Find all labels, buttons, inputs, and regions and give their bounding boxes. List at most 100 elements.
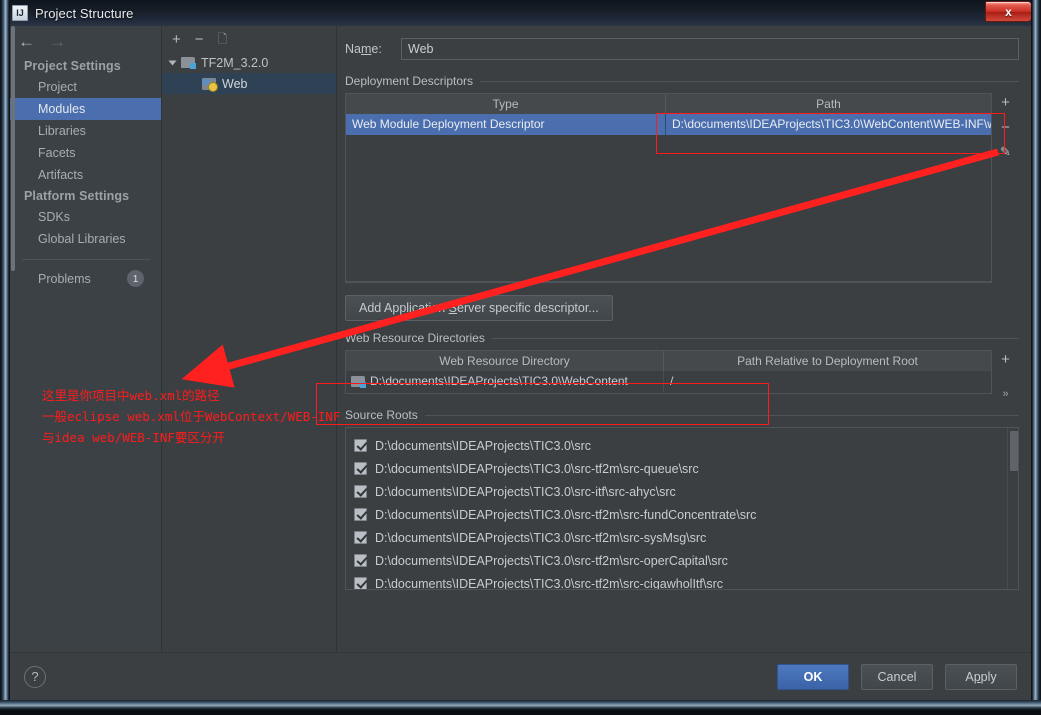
project-structure-dialog: Project Structure x ← → Project Settings…: [0, 0, 1041, 710]
web-resource-directories-group: Web Resource Directories Web Resource Di…: [345, 331, 1019, 400]
sidebar-item-problems-label: Problems: [38, 271, 91, 286]
deployment-descriptors-group: Deployment Descriptors Type Path Web Mod…: [345, 74, 1019, 321]
sidebar-item-libraries[interactable]: Libraries: [10, 120, 162, 142]
checkbox-icon[interactable]: [354, 577, 367, 589]
column-header-path[interactable]: Path: [666, 94, 991, 114]
close-icon: x: [1005, 4, 1012, 19]
module-tree-toolbar: + − 🗋: [162, 26, 337, 52]
module-tree-list: TF2M_3.2.0 Web: [162, 52, 337, 652]
sidebar-scrollbar[interactable]: [11, 26, 15, 271]
source-root-row[interactable]: D:\documents\IDEAProjects\TIC3.0\src-tf2…: [354, 572, 1007, 589]
deployment-descriptors-tools: + − ✎: [992, 93, 1019, 283]
tree-node-web[interactable]: Web: [162, 73, 337, 94]
column-header-type[interactable]: Type: [346, 94, 666, 114]
sidebar-item-project[interactable]: Project: [10, 76, 162, 98]
ok-button[interactable]: OK: [777, 663, 849, 690]
module-settings-panel: Name: Deployment Descriptors Type Path: [337, 26, 1031, 652]
checkbox-icon[interactable]: [354, 554, 367, 567]
cell-path: D:\documents\IDEAProjects\TIC3.0\WebCont…: [672, 117, 991, 131]
window-border-left: [0, 0, 10, 710]
sidebar-group-header-platform-settings: Platform Settings: [24, 189, 130, 203]
web-resource-directories-title: Web Resource Directories: [345, 331, 485, 345]
group-divider-line: [491, 337, 1019, 339]
source-roots-list: D:\documents\IDEAProjects\TIC3.0\src D:\…: [345, 427, 1019, 590]
checkbox-icon[interactable]: [354, 462, 367, 475]
sidebar-group-header-project-settings: Project Settings: [24, 59, 121, 73]
table-header: Web Resource Directory Path Relative to …: [346, 351, 991, 371]
cancel-button[interactable]: Cancel: [861, 663, 933, 690]
cell-relative-path: /: [670, 374, 674, 388]
minus-icon[interactable]: −: [195, 32, 204, 47]
problems-count-badge: 1: [127, 270, 144, 287]
deployment-descriptors-title-row: Deployment Descriptors: [345, 74, 1019, 88]
column-header-path-relative[interactable]: Path Relative to Deployment Root: [664, 351, 991, 371]
checkbox-icon[interactable]: [354, 531, 367, 544]
dialog-button-bar: ? OK Cancel Apply: [10, 652, 1031, 700]
checkbox-icon[interactable]: [354, 439, 367, 452]
deployment-descriptors-table: Type Path Web Module Deployment Descript…: [345, 93, 992, 283]
close-button[interactable]: x: [985, 1, 1032, 22]
web-resource-directories-tools: + »: [992, 350, 1019, 400]
source-root-path: D:\documents\IDEAProjects\TIC3.0\src-tf2…: [375, 576, 724, 590]
window-title: Project Structure: [35, 5, 134, 21]
minus-icon[interactable]: −: [1001, 120, 1010, 135]
checkbox-icon[interactable]: [354, 508, 367, 521]
add-application-server-descriptor-button[interactable]: Add Application Server specific descript…: [345, 295, 613, 321]
source-roots-group: Source Roots D:\documents\IDEAProjects\T…: [345, 408, 1019, 590]
table-row[interactable]: D:\documents\IDEAProjects\TIC3.0\WebCont…: [346, 371, 991, 392]
plus-icon[interactable]: +: [172, 32, 181, 47]
chevron-down-icon[interactable]: [168, 60, 177, 65]
title-bar: Project Structure x: [0, 0, 1041, 26]
copy-icon[interactable]: 🗋: [218, 33, 228, 45]
deployment-descriptors-title: Deployment Descriptors: [345, 74, 474, 88]
table-bottom-border: [346, 281, 991, 282]
arrow-right-icon[interactable]: →: [49, 33, 66, 50]
source-root-row[interactable]: D:\documents\IDEAProjects\TIC3.0\src-tf2…: [354, 503, 1007, 526]
plus-icon[interactable]: +: [1001, 352, 1010, 367]
help-button[interactable]: ?: [24, 665, 46, 688]
name-input[interactable]: [401, 38, 1019, 60]
web-resource-directories-title-row: Web Resource Directories: [345, 331, 1019, 345]
table-row[interactable]: Web Module Deployment Descriptor D:\docu…: [346, 114, 991, 135]
module-tree-panel: + − 🗋 TF2M_3.2.0 Web: [162, 26, 337, 652]
source-roots-scrollbar[interactable]: [1007, 428, 1018, 589]
sidebar-item-facets[interactable]: Facets: [10, 142, 162, 164]
source-root-row[interactable]: D:\documents\IDEAProjects\TIC3.0\src-tf2…: [354, 457, 1007, 480]
sidebar-item-sdks[interactable]: SDKs: [10, 206, 162, 228]
dialog-body: ← → Project Settings Project Modules Lib…: [10, 26, 1031, 700]
cell-directory-text: D:\documents\IDEAProjects\TIC3.0\WebCont…: [370, 374, 628, 388]
sidebar-item-modules[interactable]: Modules: [10, 98, 162, 120]
source-root-row[interactable]: D:\documents\IDEAProjects\TIC3.0\src: [354, 434, 1007, 457]
chevron-double-right-icon[interactable]: »: [1002, 389, 1008, 400]
tree-node-label: TF2M_3.2.0: [201, 55, 269, 70]
column-header-web-resource-directory[interactable]: Web Resource Directory: [346, 351, 664, 371]
tree-node-tf2m[interactable]: TF2M_3.2.0: [162, 52, 337, 73]
plus-icon[interactable]: +: [1001, 95, 1010, 110]
source-root-row[interactable]: D:\documents\IDEAProjects\TIC3.0\src-itf…: [354, 480, 1007, 503]
module-folder-icon: [181, 57, 196, 69]
checkbox-icon[interactable]: [354, 485, 367, 498]
sidebar-item-artifacts[interactable]: Artifacts: [10, 164, 162, 186]
group-divider-line: [480, 80, 1019, 82]
sidebar-item-problems[interactable]: Problems 1: [10, 266, 162, 291]
apply-button[interactable]: Apply: [945, 663, 1017, 690]
group-divider-line: [424, 414, 1019, 416]
window-border-right: [1031, 0, 1041, 710]
arrow-left-icon[interactable]: ←: [18, 33, 35, 50]
pencil-icon[interactable]: ✎: [1000, 145, 1011, 158]
source-root-row[interactable]: D:\documents\IDEAProjects\TIC3.0\src-tf2…: [354, 549, 1007, 572]
question-mark-icon: ?: [31, 669, 39, 684]
folder-icon: [351, 376, 366, 388]
name-row: Name:: [345, 26, 1019, 64]
sidebar-divider-line: [22, 259, 150, 260]
window-border-bottom: [0, 700, 1041, 710]
source-root-path: D:\documents\IDEAProjects\TIC3.0\src-tf2…: [375, 507, 757, 522]
source-root-row[interactable]: D:\documents\IDEAProjects\TIC3.0\src-tf2…: [354, 526, 1007, 549]
source-roots-rows: D:\documents\IDEAProjects\TIC3.0\src D:\…: [346, 428, 1007, 589]
source-root-path: D:\documents\IDEAProjects\TIC3.0\src-tf2…: [375, 461, 699, 476]
source-roots-title: Source Roots: [345, 408, 418, 422]
scrollbar-thumb[interactable]: [1010, 431, 1018, 471]
cell-type: Web Module Deployment Descriptor: [346, 114, 666, 135]
sidebar-item-global-libraries[interactable]: Global Libraries: [10, 228, 162, 250]
source-root-path: D:\documents\IDEAProjects\TIC3.0\src-tf2…: [375, 530, 707, 545]
